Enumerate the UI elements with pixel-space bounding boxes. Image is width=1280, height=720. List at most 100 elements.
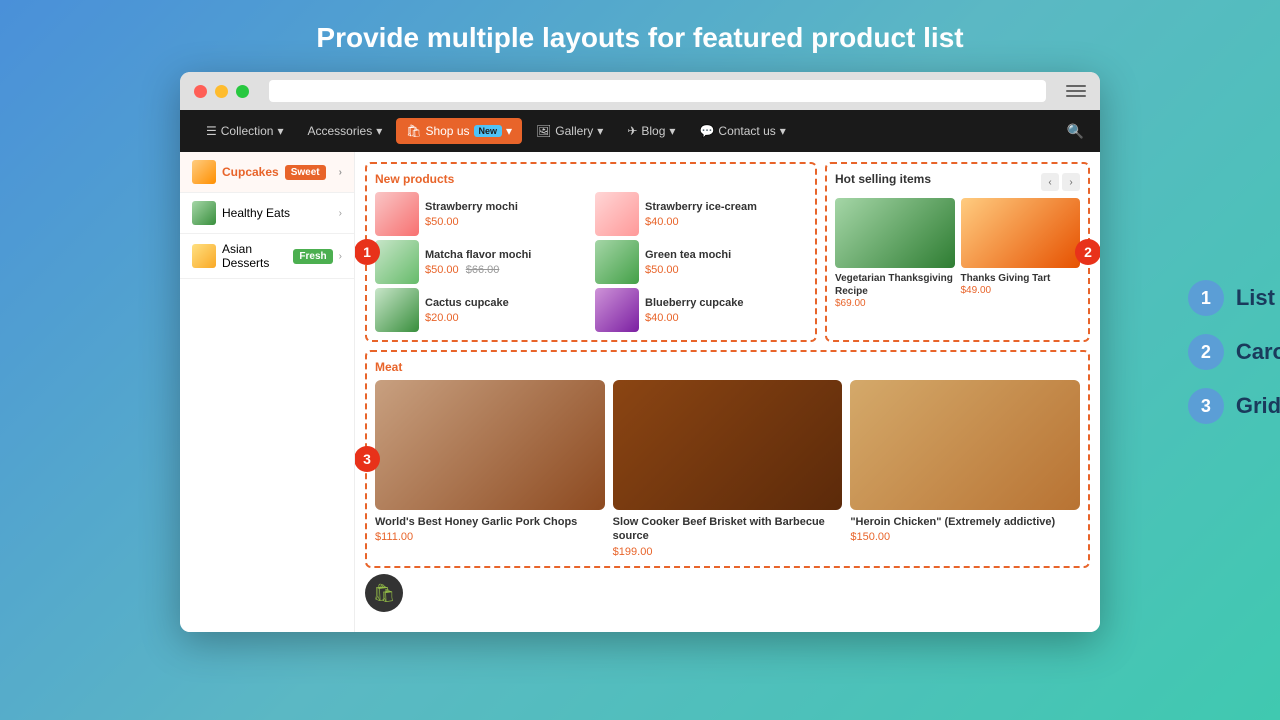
meat-product-image	[613, 380, 843, 510]
shop-icon: 🛍	[406, 124, 421, 138]
meat-grid: World's Best Honey Garlic Pork Chops $11…	[375, 380, 1080, 558]
main-content: 1 New products Strawberry mochi $50.00	[355, 152, 1100, 632]
product-price: $50.00	[645, 264, 807, 276]
new-products-panel: 1 New products Strawberry mochi $50.00	[365, 162, 817, 342]
legend-item-carousel: 2 Carousel	[1188, 334, 1280, 370]
browser-menu-icon[interactable]	[1066, 85, 1086, 97]
meat-item: "Heroin Chicken" (Extremely addictive) $…	[850, 380, 1080, 558]
nav-collection[interactable]: ☰ Collection ▾	[196, 118, 294, 144]
chevron-icon: ▾	[669, 124, 675, 138]
badge-number-3: 3	[355, 446, 380, 472]
product-info: Strawberry mochi $50.00	[425, 200, 587, 228]
product-price: $50.00 $66.00	[425, 264, 587, 276]
close-button[interactable]	[194, 85, 207, 98]
sidebar-item-cupcakes[interactable]: Cupcakes Sweet ›	[180, 152, 354, 193]
list-item: Cactus cupcake $20.00	[375, 288, 587, 332]
top-panels-row: 1 New products Strawberry mochi $50.00	[365, 162, 1090, 342]
meat-product-name: World's Best Honey Garlic Pork Chops	[375, 515, 605, 529]
minimize-button[interactable]	[215, 85, 228, 98]
hot-product-image	[835, 198, 955, 268]
product-thumbnail	[375, 192, 419, 236]
legend: 1 List 2 Carousel 3 Grid	[1188, 280, 1280, 424]
legend-label-list: List	[1236, 285, 1275, 311]
list-item: Strawberry mochi $50.00	[375, 192, 587, 236]
legend-item-grid: 3 Grid	[1188, 388, 1280, 424]
hot-product-name: Vegetarian Thanksgiving Recipe	[835, 272, 955, 298]
hot-product-item: Thanks Giving Tart $49.00	[961, 198, 1081, 309]
product-price: $40.00	[645, 216, 807, 228]
nav-bar: ☰ Collection ▾ Accessories ▾ 🛍 Shop us N…	[180, 110, 1100, 152]
chevron-right-icon: ›	[339, 208, 342, 219]
meat-panel: 3 Meat World's Best Honey Garlic Pork Ch…	[365, 350, 1090, 568]
hot-product-image	[961, 198, 1081, 268]
meat-product-name: Slow Cooker Beef Brisket with Barbecue s…	[613, 515, 843, 544]
hot-product-price: $49.00	[961, 285, 1081, 296]
carousel-prev-button[interactable]: ‹	[1041, 173, 1059, 191]
legend-badge-3: 3	[1188, 388, 1224, 424]
product-price: $50.00	[425, 216, 587, 228]
product-name: Strawberry mochi	[425, 200, 587, 214]
list-item: Strawberry ice-cream $40.00	[595, 192, 807, 236]
product-info: Blueberry cupcake $40.00	[645, 296, 807, 324]
product-thumbnail	[595, 240, 639, 284]
product-info: Green tea mochi $50.00	[645, 248, 807, 276]
chevron-icon: ▾	[506, 124, 512, 138]
meat-product-image	[375, 380, 605, 510]
sidebar-item-asian[interactable]: Asian Desserts Fresh ›	[180, 234, 354, 279]
hot-product-name: Thanks Giving Tart	[961, 272, 1081, 285]
carousel-next-button[interactable]: ›	[1062, 173, 1080, 191]
content-area: Cupcakes Sweet › Healthy Eats › Asian De…	[180, 152, 1100, 632]
legend-label-grid: Grid	[1236, 393, 1280, 419]
hot-product-item: Vegetarian Thanksgiving Recipe $69.00	[835, 198, 955, 309]
product-price: $20.00	[425, 312, 587, 324]
meat-product-image	[850, 380, 1080, 510]
meat-title: Meat	[375, 360, 1080, 374]
product-thumbnail	[595, 288, 639, 332]
meat-item: Slow Cooker Beef Brisket with Barbecue s…	[613, 380, 843, 558]
sidebar-img-asian	[192, 244, 216, 268]
hot-selling-panel: 2 Hot selling items ‹ › Vegetarian Th	[825, 162, 1090, 342]
meat-product-price: $150.00	[850, 531, 1080, 543]
legend-label-carousel: Carousel	[1236, 339, 1280, 365]
nav-blog[interactable]: ✈ Blog ▾	[617, 118, 685, 144]
product-price: $40.00	[645, 312, 807, 324]
list-item: Green tea mochi $50.00	[595, 240, 807, 284]
sidebar-img-cupcakes	[192, 160, 216, 184]
product-name: Green tea mochi	[645, 248, 807, 262]
product-name: Cactus cupcake	[425, 296, 587, 310]
sidebar: Cupcakes Sweet › Healthy Eats › Asian De…	[180, 152, 355, 632]
browser-titlebar	[180, 72, 1100, 110]
sidebar-img-healthy	[192, 201, 216, 225]
chevron-icon: ▾	[277, 124, 283, 138]
legend-badge-1: 1	[1188, 280, 1224, 316]
maximize-button[interactable]	[236, 85, 249, 98]
product-list: Strawberry mochi $50.00 Strawberry ice-c…	[375, 192, 807, 332]
meat-item: World's Best Honey Garlic Pork Chops $11…	[375, 380, 605, 558]
chevron-right-icon: ›	[339, 251, 342, 262]
product-name: Matcha flavor mochi	[425, 248, 587, 262]
badge-number-1: 1	[355, 239, 380, 265]
nav-shop-us[interactable]: 🛍 Shop us New ▾	[396, 118, 522, 144]
hot-selling-title: Hot selling items	[835, 172, 931, 186]
address-bar[interactable]	[269, 80, 1046, 102]
meat-product-price: $199.00	[613, 546, 843, 558]
nav-contact[interactable]: 💬 Contact us ▾	[689, 118, 795, 144]
product-info: Cactus cupcake $20.00	[425, 296, 587, 324]
nav-gallery[interactable]: 🖼 Gallery ▾	[526, 118, 613, 144]
nav-accessories[interactable]: Accessories ▾	[298, 118, 393, 144]
sidebar-item-healthy[interactable]: Healthy Eats ›	[180, 193, 354, 234]
shopify-badge: 🛍	[365, 574, 403, 612]
new-products-title: New products	[375, 172, 807, 186]
product-info: Strawberry ice-cream $40.00	[645, 200, 807, 228]
product-name: Blueberry cupcake	[645, 296, 807, 310]
product-info: Matcha flavor mochi $50.00 $66.00	[425, 248, 587, 276]
search-icon[interactable]: 🔍	[1067, 123, 1084, 140]
chevron-right-icon: ›	[339, 167, 342, 178]
browser-window: ☰ Collection ▾ Accessories ▾ 🛍 Shop us N…	[180, 72, 1100, 632]
collection-icon: ☰	[206, 124, 217, 138]
product-name: Strawberry ice-cream	[645, 200, 807, 214]
meat-product-price: $111.00	[375, 531, 605, 543]
list-item: Matcha flavor mochi $50.00 $66.00	[375, 240, 587, 284]
blog-icon: ✈	[627, 124, 637, 138]
page-title: Provide multiple layouts for featured pr…	[316, 0, 963, 72]
